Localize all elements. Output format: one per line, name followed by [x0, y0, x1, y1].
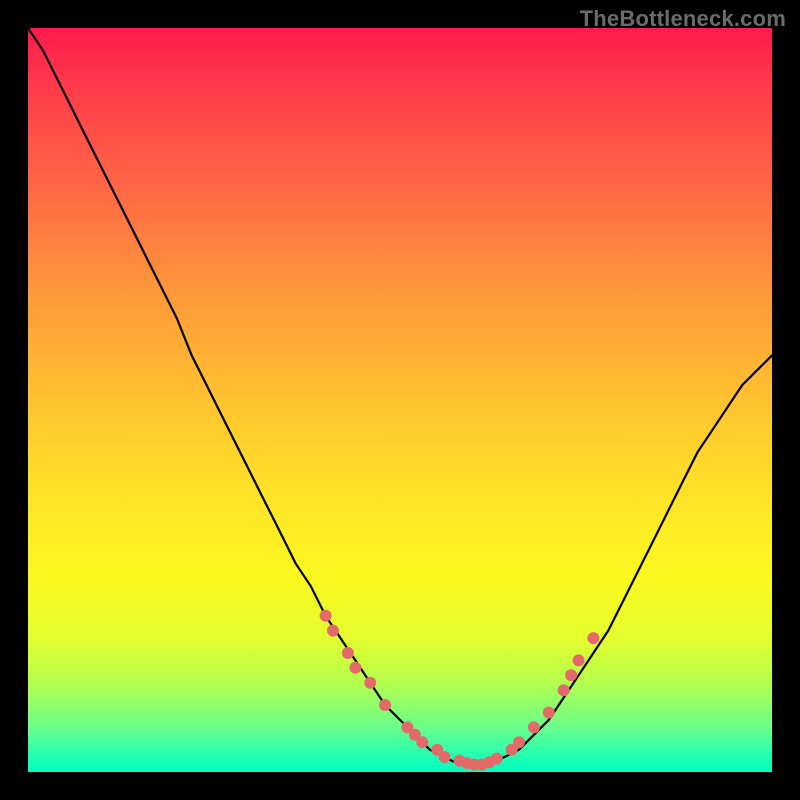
- curve-marker: [558, 684, 570, 696]
- curve-marker: [439, 751, 451, 763]
- curve-marker: [379, 699, 391, 711]
- curve-marker: [327, 625, 339, 637]
- curve-marker: [416, 736, 428, 748]
- bottleneck-curve: [28, 28, 772, 765]
- curve-marker: [342, 647, 354, 659]
- chart-frame: TheBottleneck.com: [0, 0, 800, 800]
- curve-marker: [349, 662, 361, 674]
- curve-marker: [320, 610, 332, 622]
- curve-marker: [565, 669, 577, 681]
- plot-area: [28, 28, 772, 772]
- curve-marker: [543, 707, 555, 719]
- curve-layer: [28, 28, 772, 772]
- curve-marker: [573, 654, 585, 666]
- watermark-label: TheBottleneck.com: [580, 6, 786, 32]
- curve-marker: [528, 721, 540, 733]
- curve-marker: [364, 677, 376, 689]
- curve-markers: [320, 610, 600, 771]
- curve-marker: [491, 753, 503, 765]
- curve-marker: [513, 736, 525, 748]
- curve-marker: [587, 632, 599, 644]
